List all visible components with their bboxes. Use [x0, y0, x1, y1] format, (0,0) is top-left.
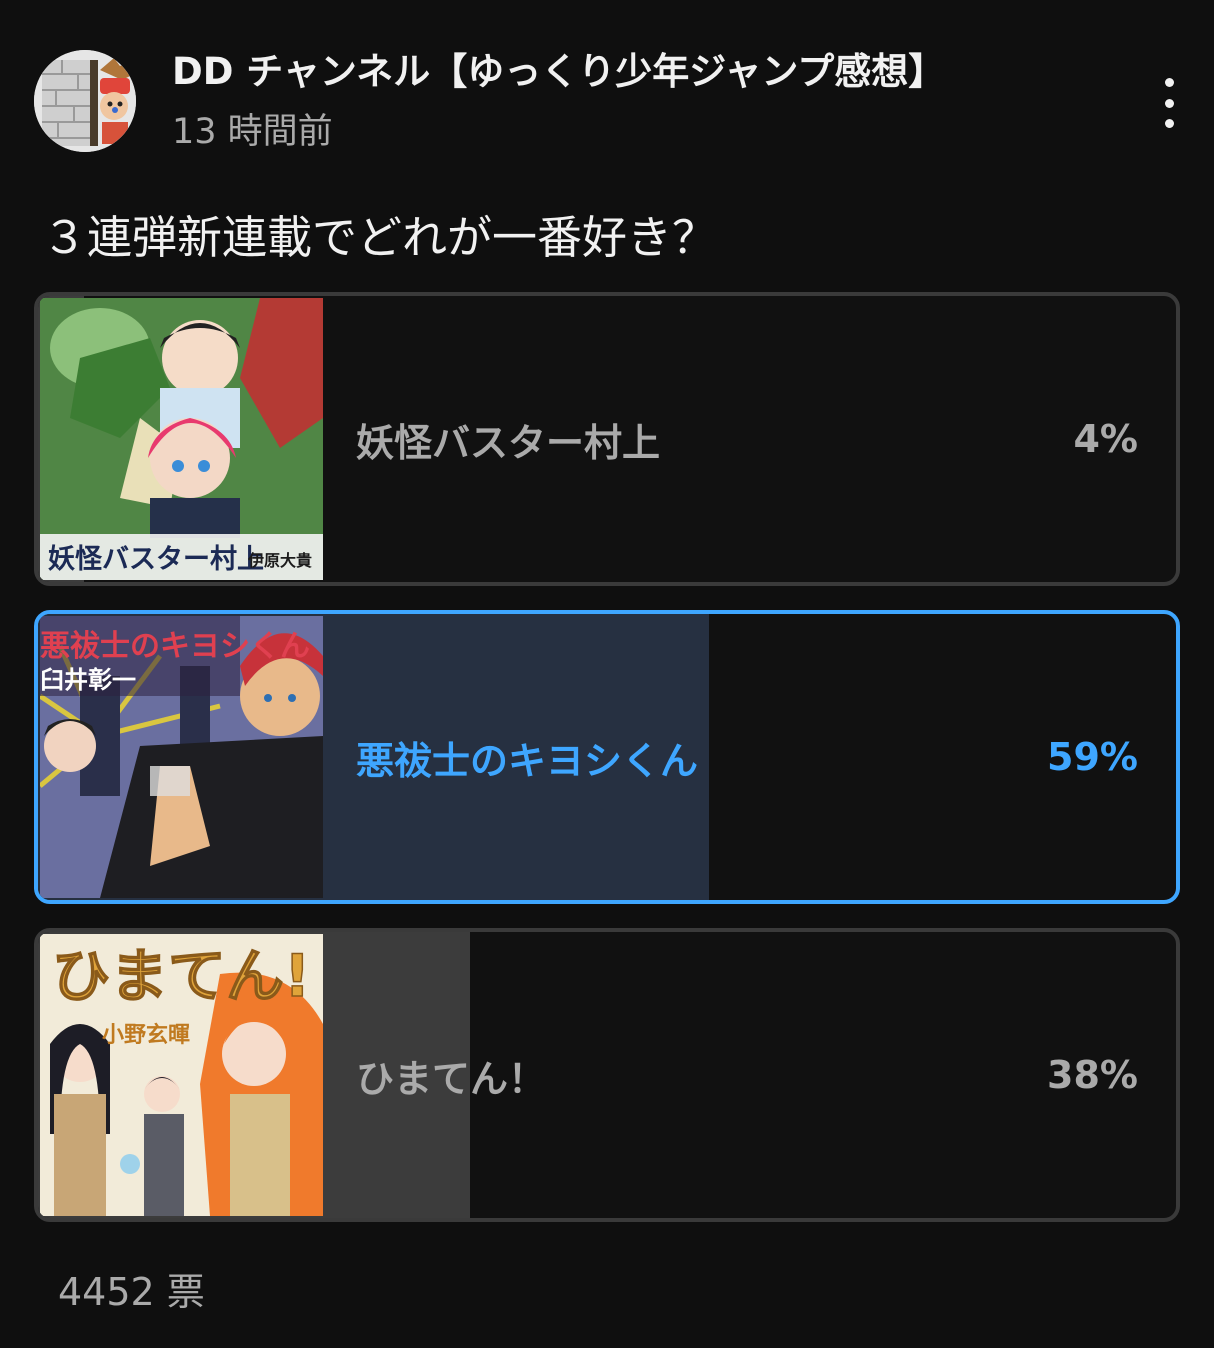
poll-option-percent: 59%: [1047, 735, 1138, 779]
poll-option-percent: 4%: [1073, 417, 1138, 461]
poll-option-percent: 38%: [1047, 1053, 1138, 1097]
channel-avatar[interactable]: [34, 50, 136, 152]
poll-total-votes: 4452 票: [58, 1270, 205, 1314]
avatar-image: [34, 50, 136, 152]
poll-option-label: 悪祓士のキヨシくん: [356, 738, 699, 783]
poll-option-3[interactable]: ひまてん! 小野玄暉 ひまてん！ 38%: [34, 928, 1180, 1222]
thumbnail-author: 小野玄暉: [102, 1022, 190, 1048]
poll-question: ３連弾新連載でどれが一番好き？: [42, 211, 718, 264]
menu-dot: [1164, 78, 1174, 87]
poll-option-thumbnail: 妖怪バスター村上 伊原大貴: [40, 298, 323, 580]
poll-option-thumbnail: 悪祓士のキヨシくん 臼井彰一: [40, 616, 323, 898]
thumbnail-author: 伊原大貴: [247, 551, 312, 570]
poll-option-label: ひまてん！: [356, 1056, 547, 1101]
menu-dot: [1164, 98, 1174, 108]
thumbnail-title: 悪祓士のキヨシくん: [40, 629, 310, 664]
menu-dot: [1164, 119, 1174, 128]
post-timestamp: 13 時間前: [172, 112, 333, 152]
thumbnail-title: ひまてん!: [52, 942, 310, 1010]
poll-option-1[interactable]: 妖怪バスター村上 伊原大貴 妖怪バスター村上 4%: [34, 292, 1180, 586]
channel-name[interactable]: DD チャンネル【ゆっくり少年ジャンプ感想】: [172, 50, 945, 94]
post-header: DD チャンネル【ゆっくり少年ジャンプ感想】 13 時間前: [34, 50, 1184, 154]
thumbnail-author: 臼井彰一: [40, 666, 136, 694]
more-vert-icon[interactable]: [1154, 78, 1184, 128]
poll-option-thumbnail: ひまてん! 小野玄暉: [40, 934, 323, 1216]
poll-option-2[interactable]: 悪祓士のキヨシくん 臼井彰一 悪祓士のキヨシくん 59%: [34, 610, 1180, 904]
poll-option-label: 妖怪バスター村上: [356, 420, 661, 465]
thumbnail-title: 妖怪バスター村上: [48, 544, 264, 575]
